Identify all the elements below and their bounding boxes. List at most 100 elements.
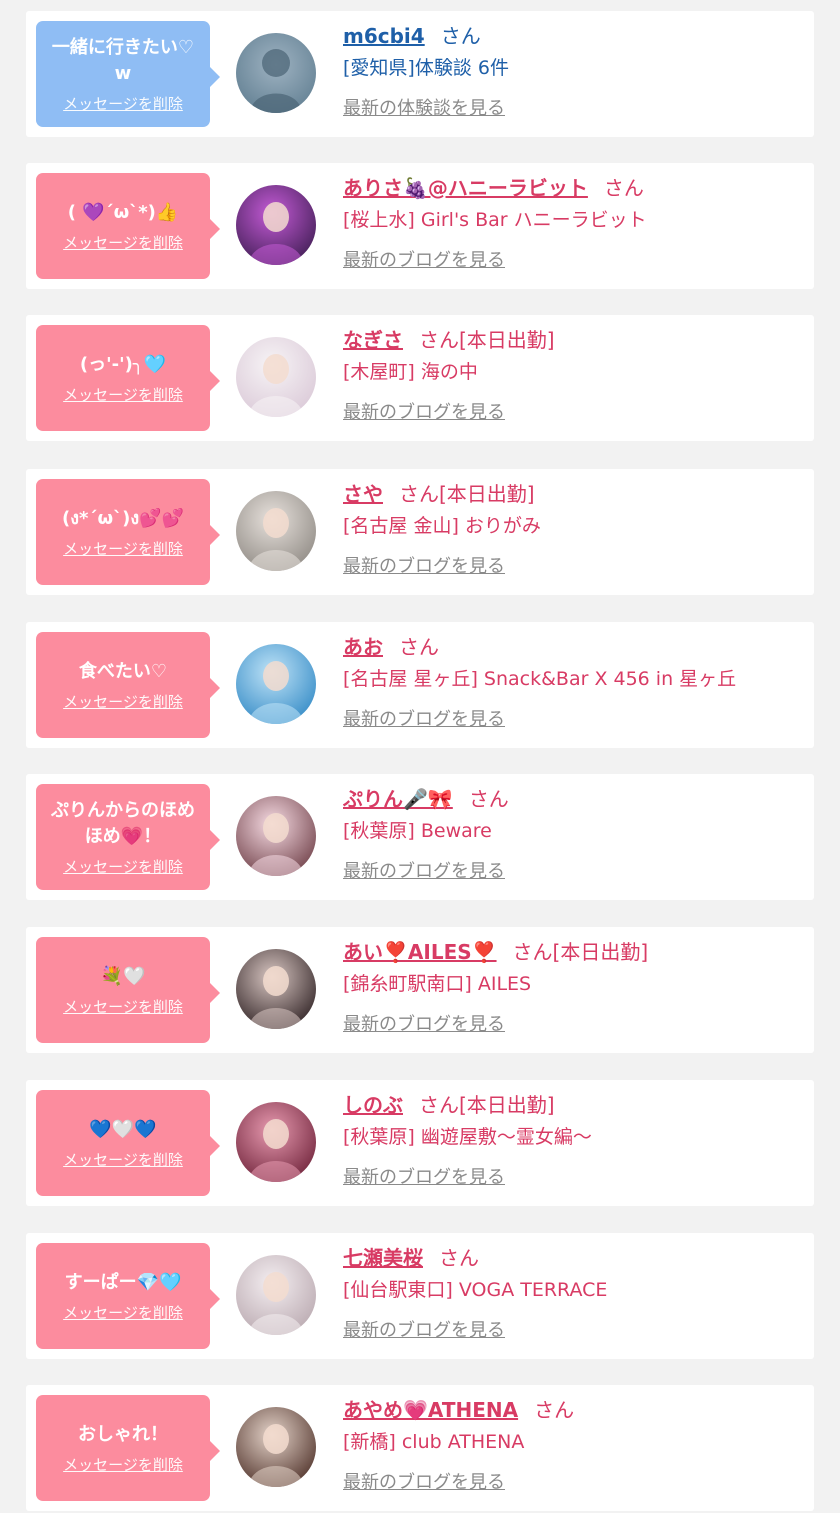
location-shop: [名古屋 星ヶ丘] Snack&Bar X 456 in 星ヶ丘 [343,668,737,690]
latest-link[interactable]: 最新のブログを見る [343,708,804,732]
delete-message-link[interactable]: メッセージを削除 [63,384,183,405]
latest-link[interactable]: 最新のブログを見る [343,1319,804,1343]
message-text: 一緒に行きたい♡w [51,36,195,84]
avatar[interactable] [236,185,316,265]
name-line: しのぶ さん[本日出勤] [343,1092,804,1118]
username-link[interactable]: さや [343,482,383,506]
username-link[interactable]: m6cbi4 [343,24,425,48]
latest-link[interactable]: 最新のブログを見る [343,401,804,425]
username-link[interactable]: ありさ🍇@ハニーラビット [343,176,588,200]
avatar[interactable] [236,1102,316,1182]
message-text: ( 💜´ω`*)👍 [67,201,179,223]
profile-info: 七瀬美桜 さん [仙台駅東口] VOGA TERRACE 最新のブログを見る [343,1245,804,1343]
name-line: さや さん[本日出勤] [343,481,804,507]
delete-message-link[interactable]: メッセージを削除 [63,1454,183,1475]
latest-link[interactable]: 最新のブログを見る [343,1166,804,1190]
delete-message-link[interactable]: メッセージを削除 [63,232,183,253]
message-text: (ง*´ω`)ง💕💕 [62,507,184,529]
name-line: ありさ🍇@ハニーラビット さん [343,175,804,201]
profile-info: あお さん [名古屋 星ヶ丘] Snack&Bar X 456 in 星ヶ丘最新のブ… [343,634,804,732]
username-link[interactable]: あお [343,635,383,659]
message-bubble: (っ'-')╮🩵 メッセージを削除 [36,325,220,431]
message-card: 食べたい♡ メッセージを削除 あお さん [名古屋 星ヶ丘] Snack&Bar X 4… [26,622,814,748]
message-bubble: 食べたい♡ メッセージを削除 [36,632,220,738]
message-text: すーぱー💎🩵 [64,1271,182,1293]
latest-link[interactable]: 最新のブログを見る [343,1013,804,1037]
message-text: 食べたい♡ [78,660,168,682]
name-line: ぷりん🎤🎀 さん [343,786,804,812]
latest-link[interactable]: 最新のブログを見る [343,1471,804,1495]
latest-link[interactable]: 最新のブログを見る [343,249,804,273]
delete-message-link[interactable]: メッセージを削除 [63,1302,183,1323]
message-bubble: すーぱー💎🩵 メッセージを削除 [36,1243,220,1349]
profile-info: なぎさ さん[本日出勤] [木屋町] 海の中最新のブログを見る [343,327,804,425]
latest-link[interactable]: 最新のブログを見る [343,555,804,579]
latest-link[interactable]: 最新のブログを見る [343,860,804,884]
message-card: 一緒に行きたい♡w メッセージを削除 m6cbi4 さん [愛知県]体験談 6件最新の体… [26,11,814,137]
avatar[interactable] [236,644,316,724]
no-photo-avatar-icon[interactable] [236,33,316,113]
location-shop: [名古屋 金山] おりがみ [343,515,541,537]
message-bubble: 一緒に行きたい♡w メッセージを削除 [36,21,220,127]
profile-info: あやめ💗ATHENA さん [新橋] club ATHENA 最新のブログを見る [343,1397,804,1495]
latest-link[interactable]: 最新の体験談を見る [343,97,804,121]
username-link[interactable]: あやめ💗ATHENA [343,1398,518,1422]
honorific: さん [439,1246,479,1270]
delete-message-link[interactable]: メッセージを削除 [63,538,183,559]
message-bubble: ( 💜´ω`*)👍 メッセージを削除 [36,173,220,279]
name-line: あお さん [343,634,804,660]
name-line: あい❣️AILES❣️ さん[本日出勤] [343,939,804,965]
location-shop: [秋葉原] Beware [343,820,492,842]
message-bubble: 💐🤍 メッセージを削除 [36,937,220,1043]
location-shop: [秋葉原] 幽遊屋敷〜霊女編〜 [343,1126,592,1148]
profile-info: さや さん[本日出勤] [名古屋 金山] おりがみ最新のブログを見る [343,481,804,579]
message-card: (ง*´ω`)ง💕💕 メッセージを削除 さや さん[本日出勤] [名古屋 金山] おりが… [26,469,814,595]
delete-message-link[interactable]: メッセージを削除 [63,93,183,114]
message-text: 💙🤍💙 [89,1118,157,1140]
delete-message-link[interactable]: メッセージを削除 [63,996,183,1017]
delete-message-link[interactable]: メッセージを削除 [63,691,183,712]
honorific: さん [603,176,644,200]
avatar[interactable] [236,337,316,417]
delete-message-link[interactable]: メッセージを削除 [63,856,183,877]
location-shop: [桜上水] Girl's Bar ハニーラビット [343,209,647,231]
profile-info: あい❣️AILES❣️ さん[本日出勤] [錦糸町駅南口] AILES 最新のブログを… [343,939,804,1037]
delete-message-link[interactable]: メッセージを削除 [63,1149,183,1170]
avatar[interactable] [236,949,316,1029]
username-link[interactable]: 七瀬美桜 [343,1246,423,1270]
profile-info: しのぶ さん[本日出勤] [秋葉原] 幽遊屋敷〜霊女編〜最新のブログを見る [343,1092,804,1190]
message-card: ぷりんからのほめほめ💗！ メッセージを削除 ぷりん🎤🎀 さん [秋葉原] Beware 最… [26,774,814,900]
honorific: さん [440,24,481,48]
avatar[interactable] [236,491,316,571]
honorific: さん [534,1398,575,1422]
location-shop: [愛知県]体験談 6件 [343,57,509,79]
message-card: 💙🤍💙 メッセージを削除 しのぶ さん[本日出勤] [秋葉原] 幽遊屋敷〜霊女編〜最新の… [26,1080,814,1206]
message-card: (っ'-')╮🩵 メッセージを削除 なぎさ さん[本日出勤] [木屋町] 海の中最新のブ… [26,315,814,441]
name-line: 七瀬美桜 さん [343,1245,804,1271]
honorific: さん[本日出勤] [399,482,535,506]
message-card: ( 💜´ω`*)👍 メッセージを削除 ありさ🍇@ハニーラビット さん [桜上水] Gir… [26,163,814,289]
message-text: 💐🤍 [100,965,146,987]
username-link[interactable]: あい❣️AILES❣️ [343,940,497,964]
location-shop: [仙台駅東口] VOGA TERRACE [343,1279,608,1301]
username-link[interactable]: なぎさ [343,328,403,352]
profile-info: ぷりん🎤🎀 さん [秋葉原] Beware 最新のブログを見る [343,786,804,884]
message-bubble: 💙🤍💙 メッセージを削除 [36,1090,220,1196]
profile-info: ありさ🍇@ハニーラビット さん [桜上水] Girl's Bar ハニーラビット最新… [343,175,804,273]
location-shop: [木屋町] 海の中 [343,361,478,383]
honorific: さん [399,635,439,659]
message-text: おしゃれ！ [78,1423,168,1445]
avatar[interactable] [236,1255,316,1335]
avatar[interactable] [236,1407,316,1487]
message-text: ぷりんからのほめほめ💗！ [51,799,195,847]
message-bubble: ぷりんからのほめほめ💗！ メッセージを削除 [36,784,220,890]
message-list: 一緒に行きたい♡w メッセージを削除 m6cbi4 さん [愛知県]体験談 6件最新の体… [0,0,840,1513]
name-line: m6cbi4 さん [343,23,804,49]
honorific: さん [468,787,509,811]
location-shop: [新橋] club ATHENA [343,1431,525,1453]
username-link[interactable]: ぷりん🎤🎀 [343,787,453,811]
message-text: (っ'-')╮🩵 [79,353,167,375]
avatar[interactable] [236,796,316,876]
name-line: なぎさ さん[本日出勤] [343,327,804,353]
username-link[interactable]: しのぶ [343,1093,403,1117]
